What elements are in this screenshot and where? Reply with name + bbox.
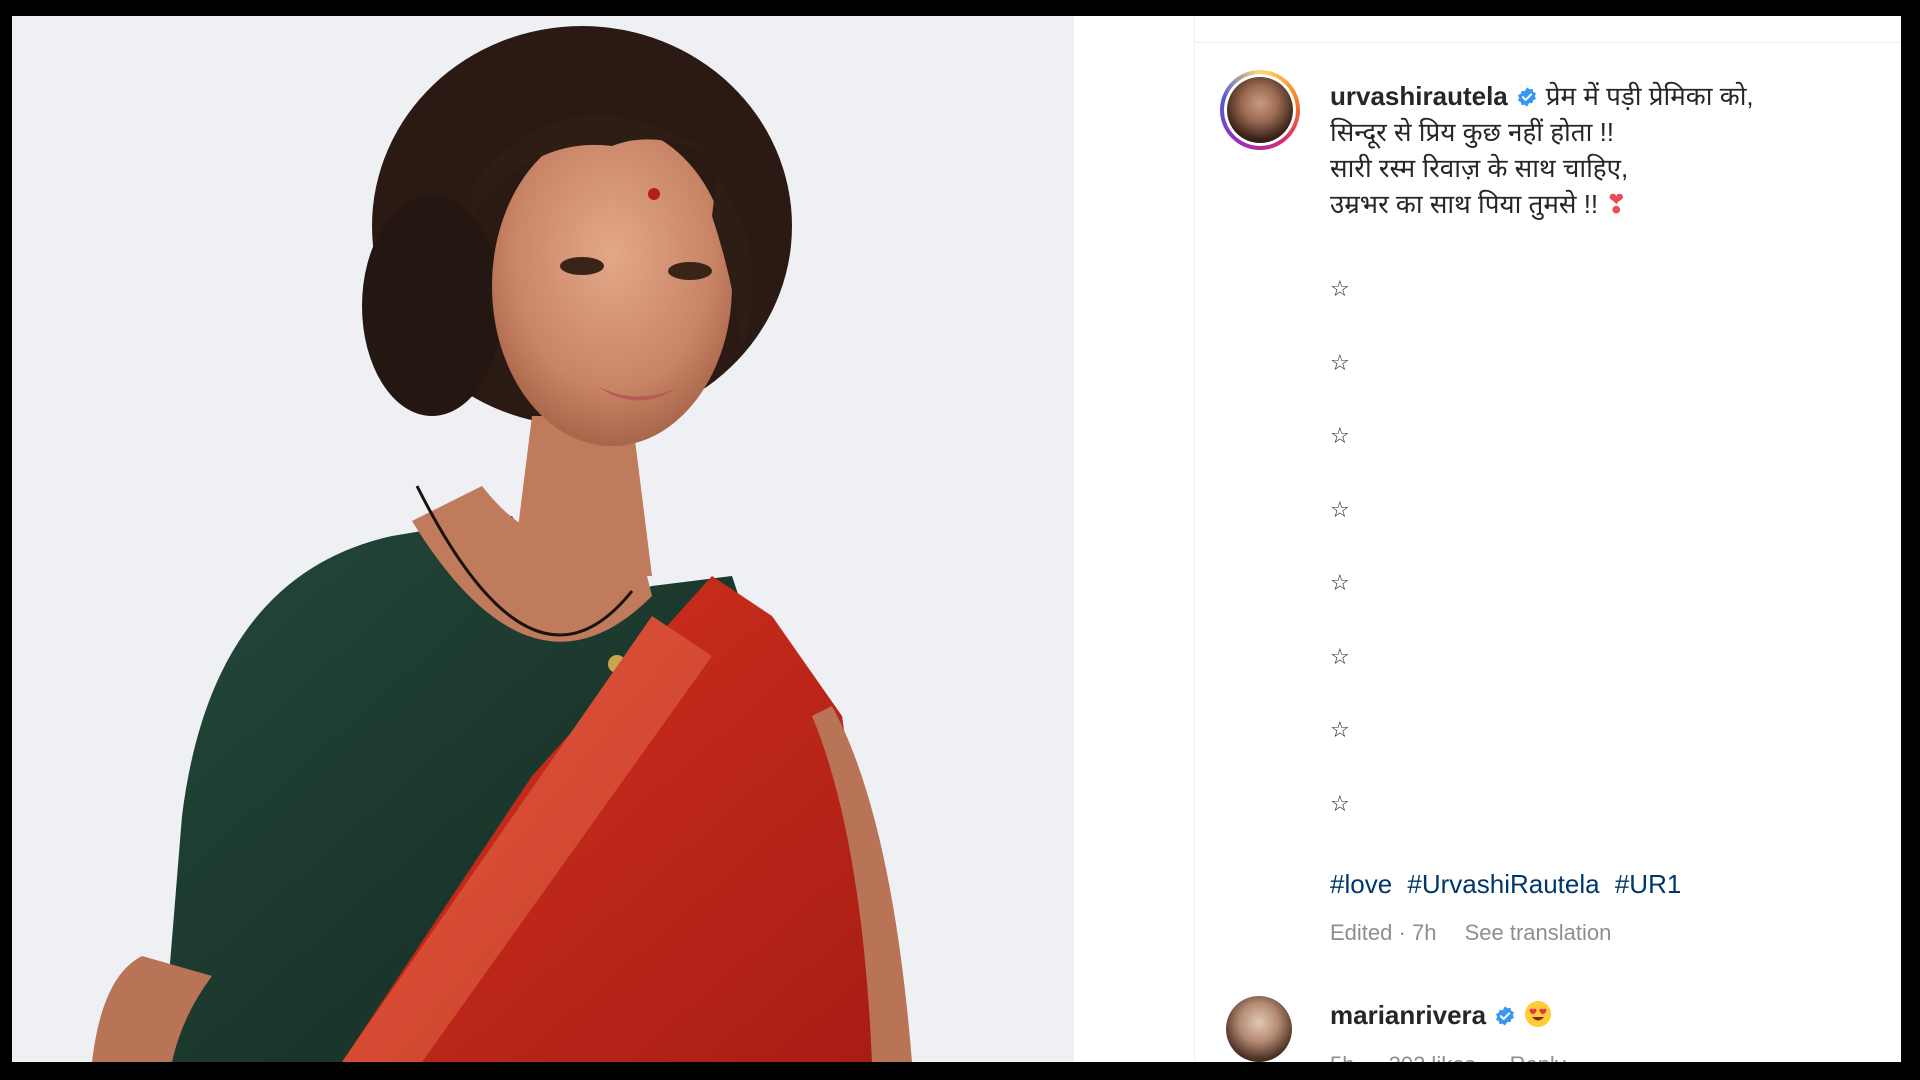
star-icon: ☆	[1330, 717, 1350, 742]
comment-time[interactable]: 5h	[1330, 1052, 1354, 1062]
hashtag-list: #love #UrvashiRautela #UR1	[1330, 869, 1689, 900]
caption-line: उम्रभर का साथ पिया तुमसे !!	[1330, 189, 1599, 219]
edited-label: Edited	[1330, 920, 1393, 945]
comment-likes[interactable]: 202 likes	[1389, 1052, 1476, 1062]
author-username[interactable]: urvashirautela	[1330, 81, 1508, 111]
star-icon: ☆	[1330, 790, 1350, 816]
star-icon: ☆	[1330, 570, 1350, 595]
post-image[interactable]	[12, 16, 1074, 1062]
comment: marianrivera	[1330, 1000, 1552, 1031]
star-icon: ☆	[1330, 643, 1350, 669]
author-avatar[interactable]	[1220, 70, 1300, 150]
post-details-panel: urvashirautela प्रेम में पड़ी प्रेमिका को…	[1074, 16, 1901, 1062]
see-translation-button[interactable]: See translation	[1465, 920, 1612, 945]
post-meta: Edited · 7h See translation	[1330, 920, 1611, 946]
divider	[1194, 16, 1195, 1062]
caption-line-last: उम्रभर का साथ पिया तुमसे !! ❣	[1330, 186, 1870, 222]
hashtag-link[interactable]: #UrvashiRautela	[1407, 869, 1599, 899]
screenshot-frame: urvashirautela प्रेम में पड़ी प्रेमिका को…	[12, 16, 1901, 1062]
heart-exclamation-icon: ❣	[1605, 189, 1628, 219]
hashtag-link[interactable]: #UR1	[1615, 869, 1681, 899]
caption-line: सारी रस्म रिवाज़ के साथ चाहिए,	[1330, 153, 1629, 183]
hashtag-link[interactable]: #love	[1330, 869, 1392, 899]
star-divider-list: ☆ ☆ ☆ ☆ ☆ ☆ ☆ ☆	[1330, 278, 1390, 866]
commenter-avatar[interactable]	[1226, 996, 1292, 1062]
avatar-image	[1227, 77, 1293, 143]
divider	[1194, 42, 1901, 43]
avatar-border	[1224, 74, 1296, 146]
reply-button[interactable]: Reply	[1510, 1052, 1566, 1062]
verified-badge-icon	[1517, 87, 1536, 107]
caption-line: प्रेम में पड़ी प्रेमिका को,	[1545, 81, 1754, 111]
meta-separator: ·	[1398, 920, 1412, 945]
post-time[interactable]: 7h	[1412, 920, 1436, 945]
star-icon: ☆	[1330, 276, 1350, 301]
star-icon: ☆	[1330, 423, 1350, 448]
caption-line: सिन्दूर से प्रिय कुछ नहीं होता !!	[1330, 117, 1615, 147]
star-icon: ☆	[1330, 496, 1350, 522]
post-caption: urvashirautela प्रेम में पड़ी प्रेमिका को…	[1330, 78, 1870, 222]
heart-eyes-emoji-icon	[1525, 1001, 1552, 1027]
caption-first-line: urvashirautela प्रेम में पड़ी प्रेमिका को…	[1330, 78, 1870, 114]
portrait-illustration	[12, 16, 1074, 1062]
verified-badge-icon	[1496, 1006, 1515, 1026]
star-icon: ☆	[1330, 349, 1350, 375]
comment-meta: 5h 202 likes Reply	[1330, 1052, 1594, 1062]
commenter-username[interactable]: marianrivera	[1330, 1000, 1486, 1030]
